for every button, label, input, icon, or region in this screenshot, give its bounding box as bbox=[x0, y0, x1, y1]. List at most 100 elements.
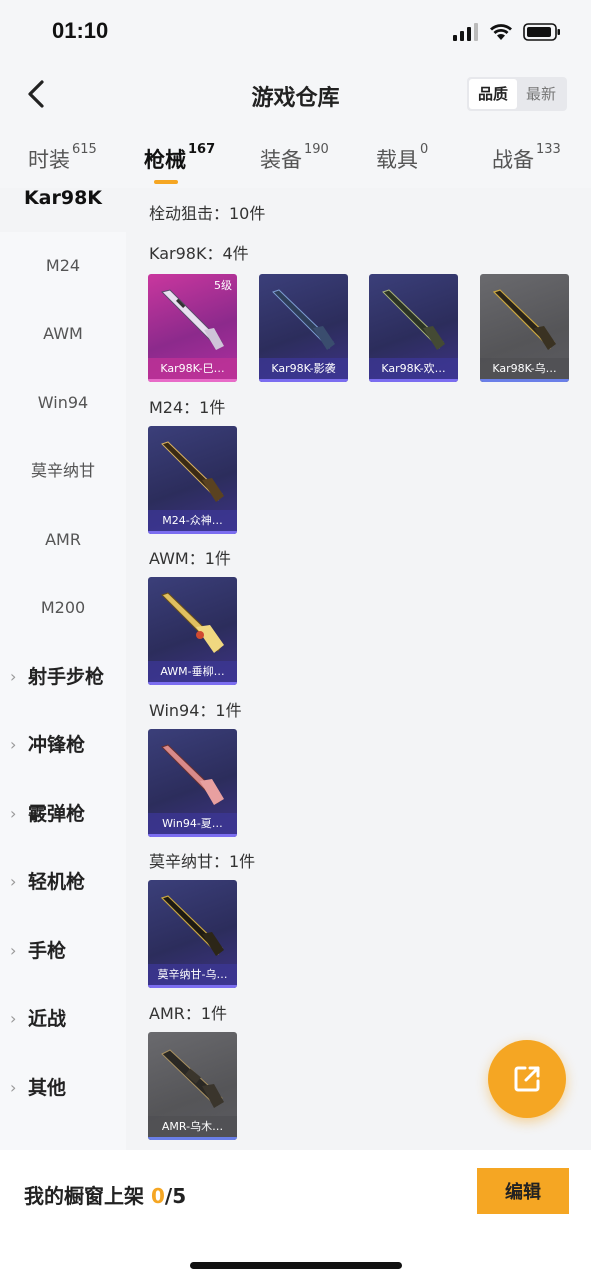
sidebar-group-label: 轻机枪 bbox=[28, 871, 86, 893]
section-label-amr: AMR：1件 bbox=[149, 1004, 228, 1023]
tab-equipment[interactable]: 装备 190 bbox=[260, 142, 329, 174]
tab-label: 枪械 bbox=[144, 148, 186, 172]
rifle-icon bbox=[161, 744, 224, 805]
chevron-right-icon: › bbox=[10, 941, 17, 960]
chevron-right-icon: › bbox=[10, 1078, 17, 1097]
rifle-icon bbox=[161, 1049, 224, 1108]
home-indicator[interactable] bbox=[190, 1262, 402, 1269]
item-name: Win94-夏… bbox=[148, 813, 237, 837]
weapon-card[interactable]: Kar98K-欢… bbox=[369, 274, 458, 382]
section-label-kar98k: Kar98K：4件 bbox=[149, 244, 249, 263]
item-name: AWM-垂柳… bbox=[148, 661, 237, 685]
section-label-win94: Win94：1件 bbox=[149, 701, 242, 720]
rifle-icon bbox=[492, 289, 556, 350]
weapon-card[interactable]: AWM-垂柳… bbox=[148, 577, 237, 685]
item-name: M24-众神… bbox=[148, 510, 237, 534]
sidebar-item-mosin[interactable]: 莫辛纳甘 bbox=[0, 437, 126, 505]
item-name: Kar98K-影袭 bbox=[259, 358, 348, 382]
tab-count: 133 bbox=[536, 142, 561, 157]
showcase-total: /5 bbox=[164, 1184, 187, 1208]
tab-fashion[interactable]: 时装 615 bbox=[28, 142, 97, 174]
weapon-card[interactable]: 5级 Kar98K-巳… bbox=[148, 274, 237, 382]
weapon-sidebar: Kar98K M24 AWM Win94 莫辛纳甘 AMR M200 › 射手步枪… bbox=[0, 188, 126, 1150]
sidebar-item-awm[interactable]: AWM bbox=[0, 300, 126, 368]
tab-label: 载具 bbox=[376, 148, 418, 172]
rifle-icon bbox=[382, 289, 445, 350]
item-name: Kar98K-乌… bbox=[480, 358, 569, 382]
category-tabs: 时装 615 枪械 167 装备 190 载具 0 战备 133 bbox=[0, 126, 591, 188]
sort-option-newest[interactable]: 最新 bbox=[517, 79, 565, 109]
item-name: Kar98K-欢… bbox=[369, 358, 458, 382]
rifle-icon bbox=[272, 289, 335, 350]
sidebar-group-pistol[interactable]: › 手枪 bbox=[0, 917, 126, 985]
rifle-icon bbox=[161, 592, 224, 653]
rifle-icon bbox=[161, 289, 224, 350]
tab-label: 装备 bbox=[260, 148, 302, 172]
sidebar-group-other[interactable]: › 其他 bbox=[0, 1054, 126, 1122]
sidebar-group-label: 冲锋枪 bbox=[28, 734, 86, 756]
item-name: 莫辛纳甘-乌… bbox=[148, 964, 237, 988]
sort-toggle: 品质 最新 bbox=[467, 77, 567, 111]
category-summary: 栓动狙击：10件 bbox=[149, 204, 266, 223]
showcase-label: 我的橱窗上架 bbox=[24, 1184, 144, 1208]
sidebar-group-lmg[interactable]: › 轻机枪 bbox=[0, 848, 126, 916]
sidebar-item-kar98k[interactable]: Kar98K bbox=[0, 188, 126, 232]
chevron-right-icon: › bbox=[10, 804, 17, 823]
status-bar: 01:10 bbox=[0, 0, 591, 64]
header: 游戏仓库 品质 最新 bbox=[0, 64, 591, 126]
sidebar-item-amr[interactable]: AMR bbox=[0, 506, 126, 574]
sidebar-group-label: 霰弹枪 bbox=[28, 803, 86, 825]
chevron-right-icon: › bbox=[10, 872, 17, 891]
share-button[interactable] bbox=[488, 1040, 566, 1118]
weapon-card[interactable]: 莫辛纳甘-乌… bbox=[148, 880, 237, 988]
wifi-icon bbox=[490, 24, 512, 40]
tab-combat-gear[interactable]: 战备 133 bbox=[492, 142, 561, 174]
sidebar-group-label: 手枪 bbox=[28, 940, 67, 962]
weapon-card[interactable]: Kar98K-影袭 bbox=[259, 274, 348, 382]
weapon-card[interactable]: AMR-乌木… bbox=[148, 1032, 237, 1140]
sidebar-item-m24[interactable]: M24 bbox=[0, 232, 126, 300]
sidebar-group-label: 其他 bbox=[28, 1077, 67, 1099]
weapon-card[interactable]: Win94-夏… bbox=[148, 729, 237, 837]
section-label-m24: M24：1件 bbox=[149, 398, 226, 417]
weapon-content: 栓动狙击：10件 Kar98K：4件 5级 Kar98K-巳… Kar98K-影… bbox=[126, 188, 591, 1150]
tab-count: 0 bbox=[420, 142, 429, 157]
section-label-awm: AWM：1件 bbox=[149, 549, 231, 568]
weapon-card[interactable]: M24-众神… bbox=[148, 426, 237, 534]
bottom-bar: 我的橱窗上架 0/5 编辑 bbox=[0, 1150, 591, 1280]
section-label-mosin: 莫辛纳甘：1件 bbox=[149, 852, 256, 871]
item-name: AMR-乌木… bbox=[148, 1116, 237, 1140]
item-name: Kar98K-巳… bbox=[148, 358, 237, 382]
sidebar-group-smg[interactable]: › 冲锋枪 bbox=[0, 711, 126, 779]
signal-icon bbox=[453, 23, 478, 41]
chevron-right-icon: › bbox=[10, 1009, 17, 1028]
rifle-icon bbox=[160, 895, 224, 956]
sidebar-group-melee[interactable]: › 近战 bbox=[0, 985, 126, 1053]
sidebar-group-shotgun[interactable]: › 霰弹枪 bbox=[0, 780, 126, 848]
tab-active-indicator bbox=[154, 180, 178, 184]
sidebar-item-win94[interactable]: Win94 bbox=[0, 369, 126, 437]
chevron-right-icon: › bbox=[10, 667, 17, 686]
status-icons bbox=[453, 22, 561, 42]
tab-label: 战备 bbox=[492, 148, 534, 172]
sort-option-quality[interactable]: 品质 bbox=[469, 79, 517, 109]
chevron-right-icon: › bbox=[10, 735, 17, 754]
showcase-count: 0 bbox=[150, 1184, 165, 1208]
tab-vehicles[interactable]: 载具 0 bbox=[376, 142, 429, 174]
tab-label: 时装 bbox=[28, 148, 70, 172]
tab-count: 190 bbox=[304, 142, 329, 157]
edit-button[interactable]: 编辑 bbox=[477, 1168, 569, 1214]
showcase-status: 我的橱窗上架 0/5 bbox=[24, 1180, 186, 1209]
tab-count: 167 bbox=[188, 142, 216, 157]
sidebar-group-label: 射手步枪 bbox=[28, 666, 105, 688]
sidebar-item-m200[interactable]: M200 bbox=[0, 574, 126, 642]
status-time: 01:10 bbox=[52, 18, 109, 43]
sidebar-group-label: 近战 bbox=[28, 1008, 67, 1030]
tab-firearms[interactable]: 枪械 167 bbox=[144, 142, 216, 184]
sidebar-group-dmr[interactable]: › 射手步枪 bbox=[0, 643, 126, 711]
rifle-icon bbox=[161, 441, 224, 502]
battery-icon bbox=[523, 23, 560, 41]
tab-count: 615 bbox=[72, 142, 97, 157]
weapon-card[interactable]: Kar98K-乌… bbox=[480, 274, 569, 382]
item-level: 5级 bbox=[214, 279, 232, 292]
